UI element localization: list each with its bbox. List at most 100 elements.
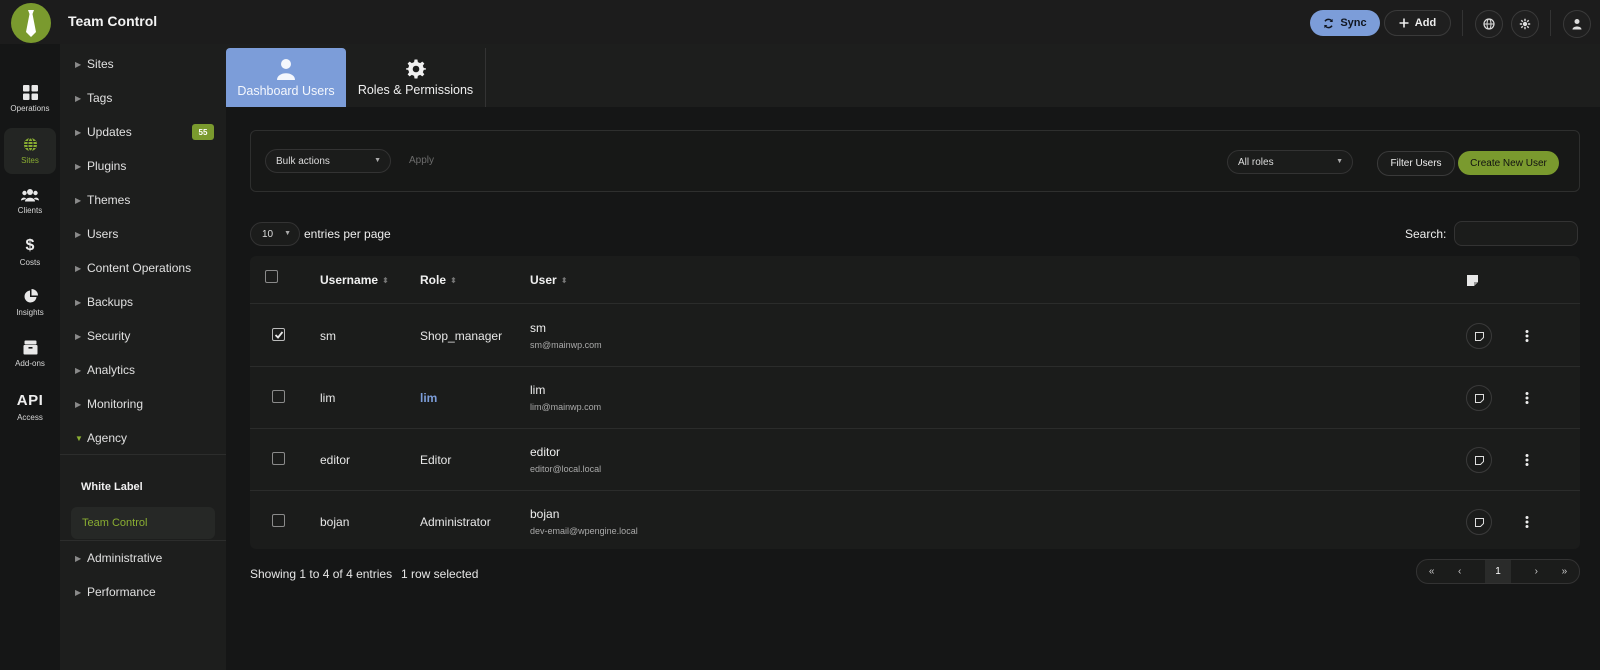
rail-item-sites[interactable]: Sites: [4, 128, 56, 174]
sync-button[interactable]: Sync: [1310, 10, 1380, 36]
user-name: sm: [530, 321, 546, 335]
column-header-username[interactable]: Username ⬍: [320, 273, 389, 287]
column-header-user[interactable]: User ⬍: [530, 273, 567, 287]
row-note-button[interactable]: [1466, 385, 1492, 411]
kebab-icon: [1525, 330, 1529, 342]
sidebar-item-analytics[interactable]: ▶ Analytics: [60, 358, 226, 382]
rail-item-addons[interactable]: Add-ons: [4, 331, 56, 377]
updates-count-badge: 55: [192, 124, 214, 140]
rail-label: Insights: [16, 308, 44, 317]
search-label: Search:: [1405, 227, 1447, 241]
row-more-menu[interactable]: [1522, 450, 1532, 470]
caret-right-icon: ▶: [75, 587, 82, 597]
row-more-menu[interactable]: [1522, 388, 1532, 408]
table-row[interactable]: editor Editor editor editor@local.local: [250, 429, 1580, 491]
rail-item-clients[interactable]: Clients: [4, 178, 56, 224]
username-cell: lim: [320, 391, 336, 405]
sidebar-subheading-white-label[interactable]: White Label: [81, 481, 143, 493]
note-icon: [1474, 455, 1484, 465]
tab-label: Roles & Permissions: [357, 82, 474, 97]
row-checkbox[interactable]: [272, 328, 285, 341]
rail-label: Access: [17, 413, 43, 422]
sidebar-item-security[interactable]: ▶ Security: [60, 324, 226, 348]
kebab-icon: [1525, 392, 1529, 404]
users-icon: [21, 188, 39, 201]
sidebar-item-updates[interactable]: ▶ Updates 55: [60, 120, 226, 144]
sidebar-item-content-operations[interactable]: ▶ Content Operations: [60, 256, 226, 280]
table-row[interactable]: bojan Administrator bojan dev-email@wpen…: [250, 491, 1580, 549]
search-input[interactable]: [1454, 221, 1578, 246]
apply-button[interactable]: Apply: [409, 155, 434, 166]
rail-item-costs[interactable]: $ Costs: [4, 229, 56, 275]
filter-users-button[interactable]: Filter Users: [1377, 151, 1455, 176]
cog-icon: [1519, 18, 1531, 30]
row-checkbox[interactable]: [272, 514, 285, 527]
table-row[interactable]: lim lim lim lim@mainwp.com: [250, 367, 1580, 429]
sidebar-item-sites[interactable]: ▶ Sites: [60, 52, 226, 76]
table-header: Username ⬍ Role ⬍ User ⬍: [250, 256, 1580, 304]
row-note-button[interactable]: [1466, 447, 1492, 473]
user-account-button[interactable]: [1563, 10, 1591, 38]
rail-item-access[interactable]: API Access: [4, 384, 56, 430]
row-checkbox[interactable]: [272, 390, 285, 403]
role-cell-link[interactable]: lim: [420, 391, 437, 405]
sidebar-item-plugins[interactable]: ▶ Plugins: [60, 154, 226, 178]
sidebar-divider: [60, 540, 226, 541]
dropdown-arrow-icon: ▼: [284, 230, 291, 237]
sidebar-item-monitoring[interactable]: ▶ Monitoring: [60, 392, 226, 416]
roles-filter-select[interactable]: All roles ▼: [1227, 150, 1353, 174]
settings-button[interactable]: [1511, 10, 1539, 38]
select-all-checkbox[interactable]: [265, 270, 278, 283]
sidebar-item-label: Analytics: [87, 363, 136, 377]
rail-item-insights[interactable]: Insights: [4, 280, 56, 326]
sidebar-item-performance[interactable]: ▶ Performance: [60, 580, 226, 604]
sidebar-item-agency[interactable]: ▼ Agency: [60, 426, 226, 450]
add-button[interactable]: Add: [1384, 10, 1451, 36]
row-note-button[interactable]: [1466, 509, 1492, 535]
sidebar-item-tags[interactable]: ▶ Tags: [60, 86, 226, 110]
rail-item-operations[interactable]: Operations: [4, 76, 56, 122]
sidebar-item-label: Sites: [87, 57, 114, 71]
sidebar-item-administrative[interactable]: ▶ Administrative: [60, 546, 226, 570]
tab-dashboard-users[interactable]: Dashboard Users: [226, 48, 346, 107]
tab-divider: [485, 48, 486, 107]
sidebar: ▶ Sites ▶ Tags ▶ Updates 55 ▶ Plugins ▶ Themes…: [60, 44, 226, 670]
table-info: Showing 1 to 4 of 4 entries: [250, 567, 393, 581]
pagination-first[interactable]: «: [1429, 566, 1435, 577]
sidebar-item-themes[interactable]: ▶ Themes: [60, 188, 226, 212]
tab-roles-permissions[interactable]: Roles & Permissions: [346, 48, 485, 107]
pagination-next[interactable]: ›: [1535, 566, 1538, 577]
sidebar-item-label: Security: [87, 329, 131, 343]
globe-button[interactable]: [1475, 10, 1503, 38]
column-header-role[interactable]: Role ⬍: [420, 273, 457, 287]
kebab-icon: [1525, 454, 1529, 466]
row-checkbox[interactable]: [272, 452, 285, 465]
caret-right-icon: ▶: [75, 93, 82, 103]
sidebar-item-label: Users: [87, 227, 119, 241]
note-icon: [1474, 517, 1484, 527]
create-new-user-button[interactable]: Create New User: [1458, 151, 1559, 175]
row-more-menu[interactable]: [1522, 326, 1532, 346]
pagination-prev[interactable]: ‹: [1458, 566, 1461, 577]
bulk-actions-value: Bulk actions: [276, 155, 330, 167]
row-more-menu[interactable]: [1522, 512, 1532, 532]
sidebar-item-backups[interactable]: ▶ Backups: [60, 290, 226, 314]
user-name: lim: [530, 383, 546, 397]
logo-icon[interactable]: [11, 3, 51, 43]
bulk-actions-select[interactable]: Bulk actions ▼: [265, 149, 391, 173]
pagination-page-1[interactable]: 1: [1484, 560, 1511, 583]
check-icon: [274, 330, 283, 339]
sidebar-subitem-team-control[interactable]: Team Control: [71, 507, 215, 539]
selection-info: 1 row selected: [401, 567, 479, 581]
pagination-last[interactable]: »: [1562, 566, 1568, 577]
row-note-button[interactable]: [1466, 323, 1492, 349]
caret-down-icon: ▼: [75, 433, 83, 443]
sort-icon: ⬍: [450, 275, 457, 285]
globe-icon: [23, 137, 37, 152]
rail-label: Sites: [21, 156, 39, 165]
caret-right-icon: ▶: [75, 365, 82, 375]
sidebar-item-users[interactable]: ▶ Users: [60, 222, 226, 246]
user-icon: [1572, 19, 1582, 30]
page-length-select[interactable]: 10 ▼: [250, 222, 300, 246]
table-row[interactable]: sm Shop_manager sm sm@mainwp.com: [250, 305, 1580, 367]
